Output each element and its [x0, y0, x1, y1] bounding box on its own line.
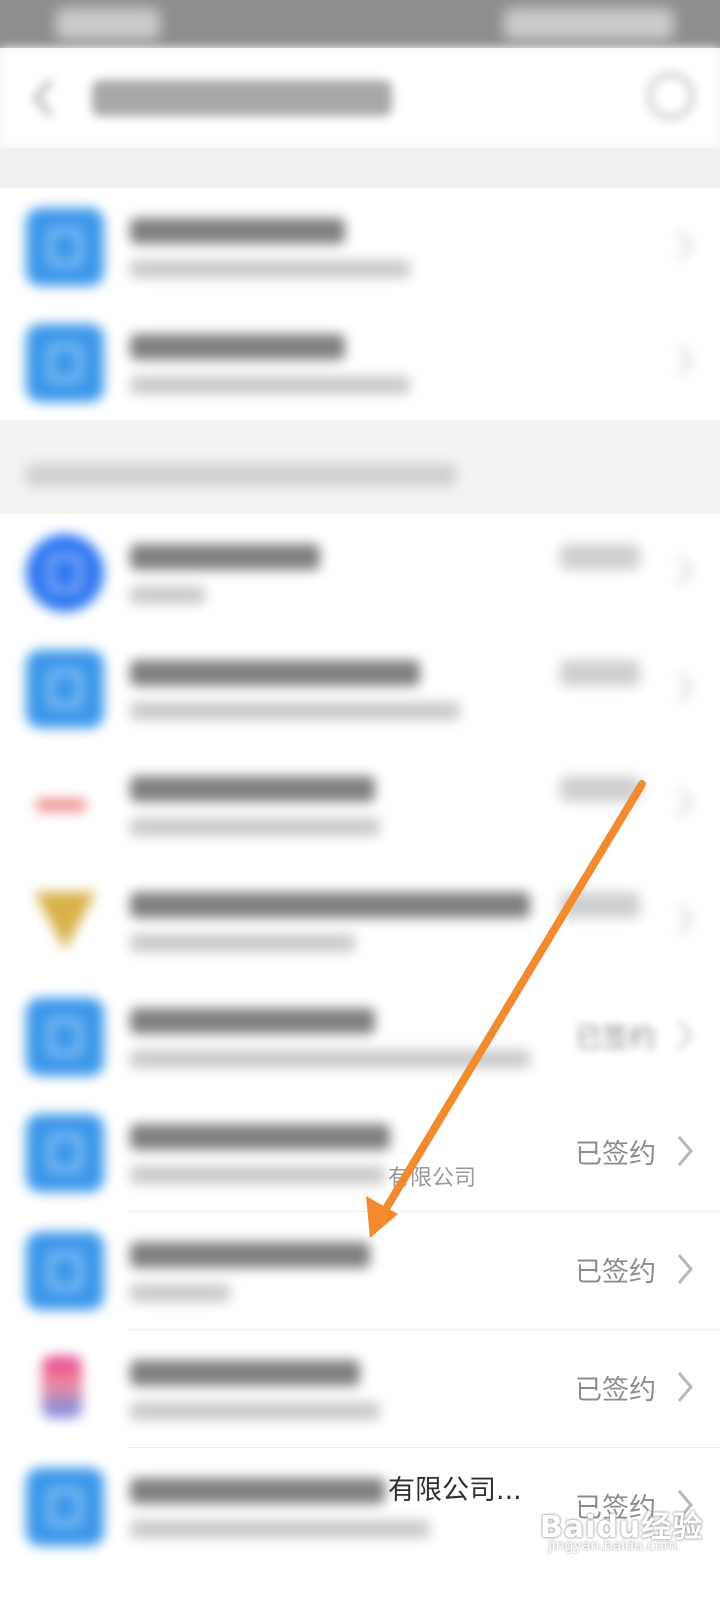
app-icon — [26, 650, 104, 728]
status-signed: 已签约 — [575, 1023, 656, 1054]
row-sub-blurred — [130, 376, 410, 394]
app-icon — [26, 882, 104, 960]
row-title-blurred — [130, 1478, 385, 1504]
status-blurred — [560, 544, 640, 570]
help-icon[interactable] — [648, 73, 694, 119]
section-header — [0, 420, 720, 514]
row-sub-blurred — [130, 1284, 230, 1302]
list-item-blurred[interactable] — [0, 188, 720, 306]
status-signed: 已签约 — [575, 1139, 656, 1170]
back-arrow-icon[interactable] — [28, 78, 58, 118]
row-title-blurred — [130, 1008, 375, 1034]
list-item[interactable]: 已签约 — [0, 1212, 720, 1330]
section-gap — [0, 148, 720, 188]
chevron-right-icon — [677, 672, 693, 702]
status-blurred — [560, 892, 640, 918]
row-sub-partial: 有限公司 — [388, 1166, 477, 1191]
chevron-right-icon — [677, 1020, 693, 1050]
app-icon — [26, 534, 104, 612]
chevron-right-icon — [677, 904, 693, 934]
list-item[interactable] — [0, 862, 720, 980]
chevron-right-icon — [677, 230, 693, 260]
chevron-right-icon — [677, 346, 693, 376]
row-sub-blurred — [130, 934, 355, 952]
row-sub-blurred — [130, 1166, 385, 1184]
app-icon — [26, 1232, 104, 1310]
status-blurred — [560, 660, 640, 686]
row-title-blurred — [130, 1360, 360, 1386]
row-title-blurred — [130, 544, 320, 570]
chevron-right-icon — [677, 1254, 693, 1284]
row-sub-blurred — [130, 702, 460, 720]
row-title-blurred — [130, 1242, 370, 1268]
row-title-blurred — [130, 334, 345, 360]
list-item[interactable] — [0, 630, 720, 748]
list-item-blurred[interactable] — [0, 304, 720, 422]
signed-services-list: 已签约 有限公司 已签约 已签约 已签约 有限公司... 已签约 — [0, 514, 720, 1600]
status-right-blurred — [504, 8, 674, 40]
row-title-blurred — [130, 776, 375, 802]
page-title-blurred — [92, 80, 392, 116]
list-item[interactable]: 有限公司 已签约 — [0, 1094, 720, 1212]
row-title-blurred — [130, 218, 345, 244]
row-sub-blurred — [130, 260, 410, 278]
nav-bar — [0, 48, 720, 148]
list-item[interactable]: 已签约 — [0, 1330, 720, 1448]
row-title-blurred — [130, 1124, 390, 1150]
app-icon — [26, 998, 104, 1076]
list-item[interactable]: 已签约 — [0, 978, 720, 1096]
chevron-right-icon — [677, 556, 693, 586]
app-icon — [26, 1468, 104, 1546]
chevron-right-icon — [677, 788, 693, 818]
chevron-right-icon — [677, 1136, 693, 1166]
status-bar — [0, 0, 720, 48]
row-title-partial: 有限公司... — [388, 1475, 522, 1506]
status-left-blurred — [56, 8, 160, 40]
row-title-blurred — [130, 892, 530, 918]
row-sub-blurred — [130, 1050, 530, 1068]
app-icon — [26, 766, 104, 844]
row-sub-blurred — [130, 1520, 430, 1538]
app-icon — [26, 1114, 104, 1192]
row-sub-blurred — [130, 1402, 380, 1420]
chevron-right-icon — [677, 1372, 693, 1402]
watermark-url: jingyan.baidu.com — [548, 1538, 678, 1554]
row-title-blurred — [130, 660, 420, 686]
status-blurred — [560, 776, 640, 802]
status-signed: 已签约 — [575, 1257, 656, 1288]
status-signed: 已签约 — [575, 1375, 656, 1406]
list-item[interactable] — [0, 514, 720, 632]
app-icon — [26, 1350, 104, 1428]
payment-app-icon — [26, 208, 104, 286]
row-sub-blurred — [130, 818, 380, 836]
payment-app-icon — [26, 324, 104, 402]
section-header-blurred — [26, 464, 456, 486]
watermark: Baidu经验 jingyan.baidu.com — [540, 1500, 710, 1560]
list-item[interactable] — [0, 746, 720, 864]
row-sub-blurred — [130, 586, 205, 604]
payment-methods-card — [0, 188, 720, 420]
